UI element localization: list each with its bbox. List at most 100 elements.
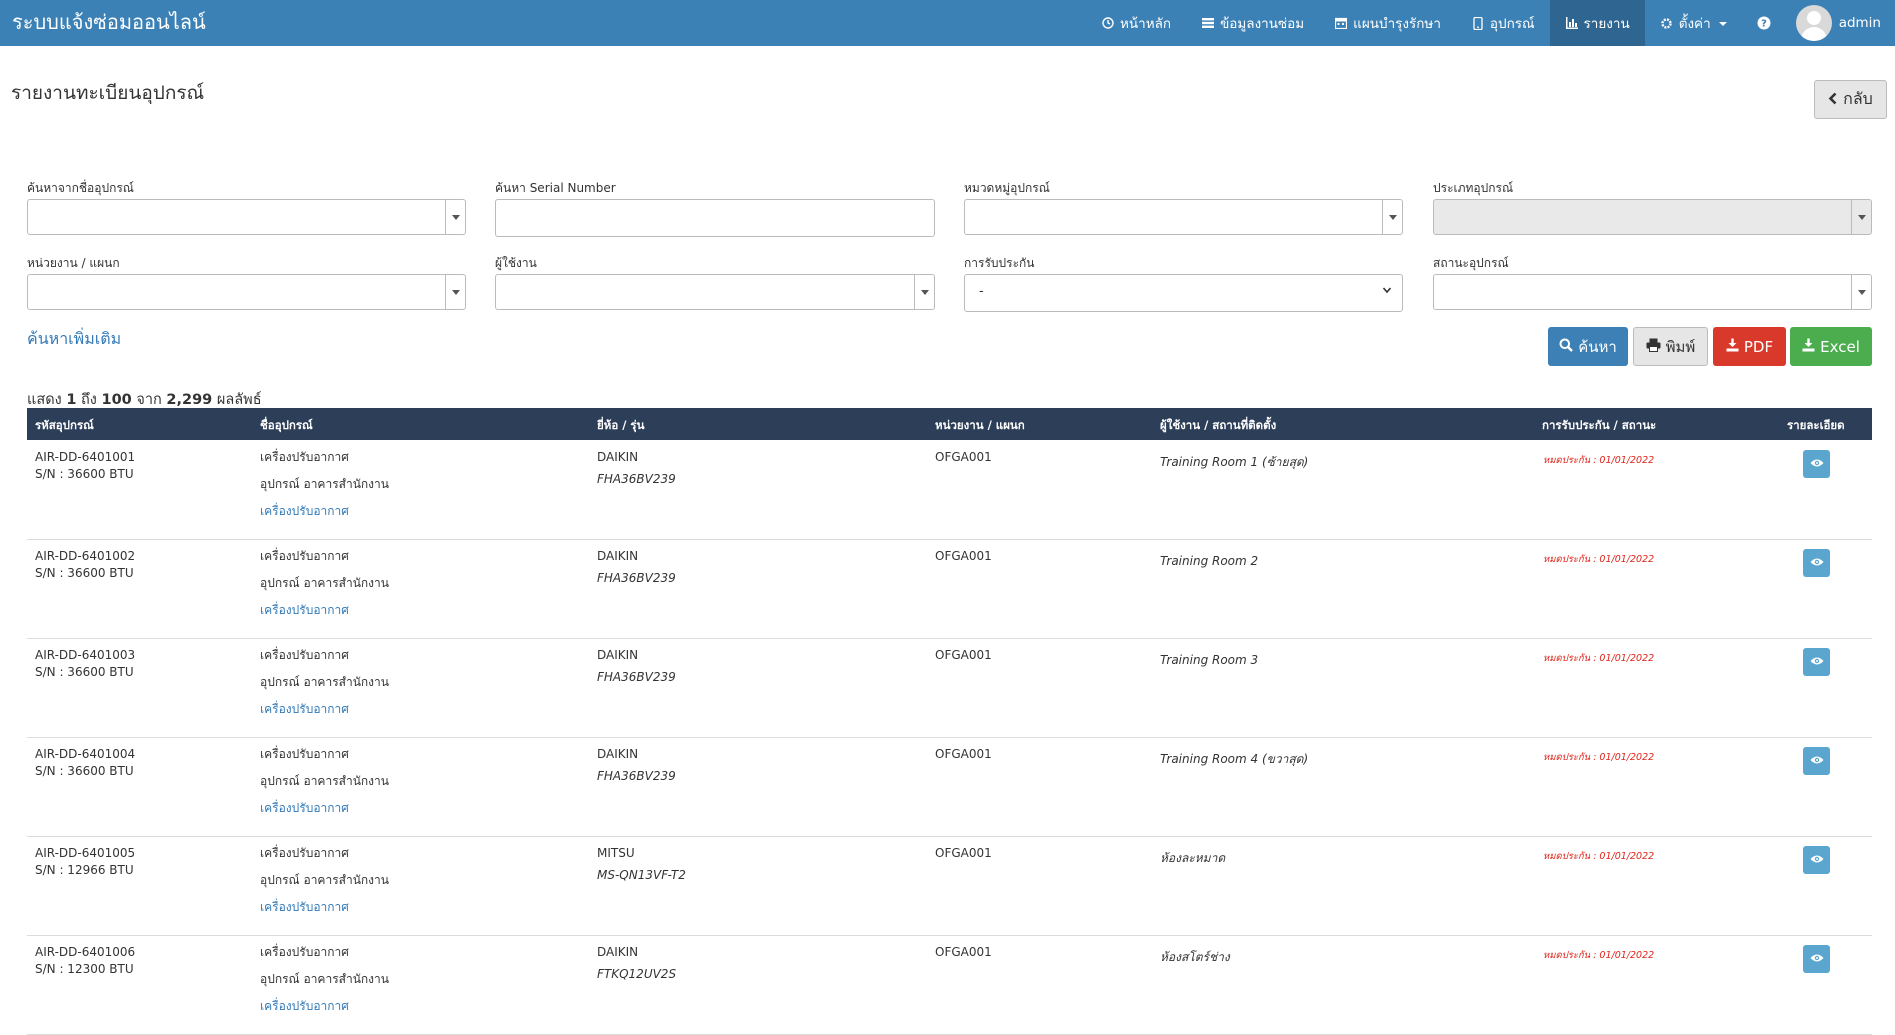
device-category-link[interactable]: เครื่องปรับอากาศ [260, 993, 389, 1020]
device-location: ห้องสโตร์ช่าง [1160, 950, 1230, 964]
chevron-down-icon [1382, 284, 1392, 298]
device-group: อุปกรณ์ อาคารสำนักงาน [260, 675, 389, 689]
col-header-department[interactable]: หน่วยงาน / แผนก [935, 417, 1025, 435]
view-detail-button[interactable] [1803, 846, 1830, 874]
nav-item-label: หน้าหลัก [1120, 16, 1172, 32]
nav-item-settings[interactable]: ตั้งค่า [1645, 0, 1742, 46]
device-category-link[interactable]: เครื่องปรับอากาศ [260, 498, 389, 525]
department-select[interactable] [27, 274, 466, 310]
serial-input[interactable] [495, 199, 935, 237]
device-name-select[interactable] [27, 199, 466, 235]
col-header-name[interactable]: ชื่ออุปกรณ์ [260, 417, 313, 435]
warranty-select[interactable]: - [964, 274, 1403, 312]
print-button[interactable]: พิมพ์ [1633, 327, 1708, 366]
back-button[interactable]: กลับ [1814, 80, 1887, 119]
device-group: อุปกรณ์ อาคารสำนักงาน [260, 774, 389, 788]
device-code: AIR-DD-6401006 [35, 945, 136, 959]
user-menu[interactable]: admin [1786, 0, 1895, 46]
brand-model-cell: DAIKIN FHA36BV239 [597, 743, 676, 787]
device-category-link[interactable]: เครื่องปรับอากาศ [260, 795, 389, 822]
warranty-status: หมดประกัน : 01/01/2022 [1543, 455, 1655, 466]
device-location: Training Room 3 [1160, 653, 1259, 667]
nav-item-devices[interactable]: อุปกรณ์ [1456, 0, 1550, 46]
summary-suffix: ผลลัพธ์ [216, 392, 262, 408]
app-title[interactable]: ระบบแจ้งซ่อมออนไลน์ [12, 0, 206, 46]
device-code: AIR-DD-6401004 [35, 747, 136, 761]
col-header-location[interactable]: ผู้ใช้งาน / สถานที่ติดตั้ง [1160, 417, 1276, 435]
col-header-warranty[interactable]: การรับประกัน / สถานะ [1542, 417, 1656, 435]
device-serial: S/N : 12966 BTU [35, 863, 134, 877]
summary-prefix: แสดง [27, 392, 62, 408]
nav-item-reports[interactable]: รายงาน [1549, 0, 1645, 46]
table-row: AIR-DD-6401002 S/N : 36600 BTU เครื่องปรับ… [27, 540, 1872, 639]
col-header-brand[interactable]: ยี่ห้อ / รุ่น [597, 417, 644, 435]
device-brand: DAIKIN [597, 648, 639, 662]
nav-item-label: ตั้งค่า [1678, 16, 1711, 32]
brand-model-cell: DAIKIN FHA36BV239 [597, 545, 676, 589]
device-department: OFGA001 [935, 450, 992, 464]
device-location: Training Room 1 (ซ้ายสุด) [1160, 455, 1309, 469]
eye-icon [1810, 556, 1824, 571]
more-search-link[interactable]: ค้นหาเพิ่มเติม [27, 327, 121, 352]
nav-item-label: อุปกรณ์ [1489, 16, 1535, 32]
search-button[interactable]: ค้นหา [1548, 327, 1628, 366]
view-detail-button[interactable] [1803, 648, 1830, 676]
dropdown-arrow-icon [1382, 200, 1402, 234]
warranty-label: การรับประกัน [964, 256, 1035, 270]
download-icon [1726, 338, 1739, 356]
device-code-cell: AIR-DD-6401004 S/N : 36600 BTU [35, 746, 135, 780]
category-select[interactable] [964, 199, 1403, 235]
help-button[interactable]: ? [1742, 0, 1786, 46]
device-name-cell: เครื่องปรับอากาศ อุปกรณ์ อาคารสำนักงาน เคร… [260, 444, 389, 525]
device-code: AIR-DD-6401001 [35, 450, 136, 464]
nav-item-home[interactable]: หน้าหลัก [1086, 0, 1186, 46]
device-name: เครื่องปรับอากาศ [260, 945, 349, 959]
search-button-label: ค้นหา [1578, 337, 1617, 356]
device-name-cell: เครื่องปรับอากาศ อุปกรณ์ อาคารสำนักงาน เคร… [260, 741, 389, 822]
device-brand: DAIKIN [597, 945, 639, 959]
device-code-cell: AIR-DD-6401001 S/N : 36600 BTU [35, 449, 135, 483]
device-name: เครื่องปรับอากาศ [260, 450, 349, 464]
svg-text:?: ? [1761, 19, 1767, 30]
device-name-label: ค้นหาจากชื่ออุปกรณ์ [27, 181, 134, 195]
device-category-link[interactable]: เครื่องปรับอากาศ [260, 894, 389, 921]
device-brand: DAIKIN [597, 450, 639, 464]
view-detail-button[interactable] [1803, 747, 1830, 775]
warranty-status: หมดประกัน : 01/01/2022 [1543, 653, 1655, 664]
user-select[interactable] [495, 274, 935, 310]
device-name-cell: เครื่องปรับอากาศ อุปกรณ์ อาคารสำนักงาน เคร… [260, 840, 389, 921]
excel-button-label: Excel [1820, 337, 1860, 356]
type-select[interactable] [1433, 199, 1872, 235]
pdf-button[interactable]: PDF [1713, 327, 1786, 366]
device-category-link[interactable]: เครื่องปรับอากาศ [260, 597, 389, 624]
col-header-code[interactable]: รหัสอุปกรณ์ [35, 417, 94, 435]
view-detail-button[interactable] [1803, 450, 1830, 478]
device-code: AIR-DD-6401003 [35, 648, 136, 662]
view-detail-button[interactable] [1803, 945, 1830, 973]
device-serial: S/N : 36600 BTU [35, 467, 134, 481]
eye-icon [1810, 952, 1824, 967]
nav-menu: หน้าหลัก ข้อมูลงานซ่อม แผนบำรุงรักษา อุป… [1086, 0, 1895, 46]
eye-icon [1810, 754, 1824, 769]
status-select[interactable] [1433, 274, 1872, 310]
chevron-left-icon [1828, 90, 1837, 109]
device-brand: DAIKIN [597, 747, 639, 761]
department-label: หน่วยงาน / แผนก [27, 256, 120, 270]
user-name: admin [1838, 15, 1881, 31]
view-detail-button[interactable] [1803, 549, 1830, 577]
device-model: FHA36BV239 [597, 472, 676, 486]
pdf-button-label: PDF [1743, 337, 1774, 356]
table-row: AIR-DD-6401006 S/N : 12300 BTU เครื่องปรับ… [27, 936, 1872, 1035]
print-icon [1646, 338, 1661, 356]
device-category-link[interactable]: เครื่องปรับอากาศ [260, 696, 389, 723]
device-model: FHA36BV239 [597, 670, 676, 684]
excel-button[interactable]: Excel [1790, 327, 1872, 366]
nav-item-label: ข้อมูลงานซ่อม [1220, 16, 1305, 32]
nav-item-maintenance[interactable]: แผนบำรุงรักษา [1319, 0, 1456, 46]
device-serial: S/N : 36600 BTU [35, 665, 134, 679]
type-label: ประเภทอุปกรณ์ [1433, 181, 1514, 195]
nav-item-repair-data[interactable]: ข้อมูลงานซ่อม [1186, 0, 1319, 46]
brand-model-cell: DAIKIN FHA36BV239 [597, 446, 676, 490]
device-code-cell: AIR-DD-6401003 S/N : 36600 BTU [35, 647, 135, 681]
chevron-down-icon [1718, 22, 1727, 26]
